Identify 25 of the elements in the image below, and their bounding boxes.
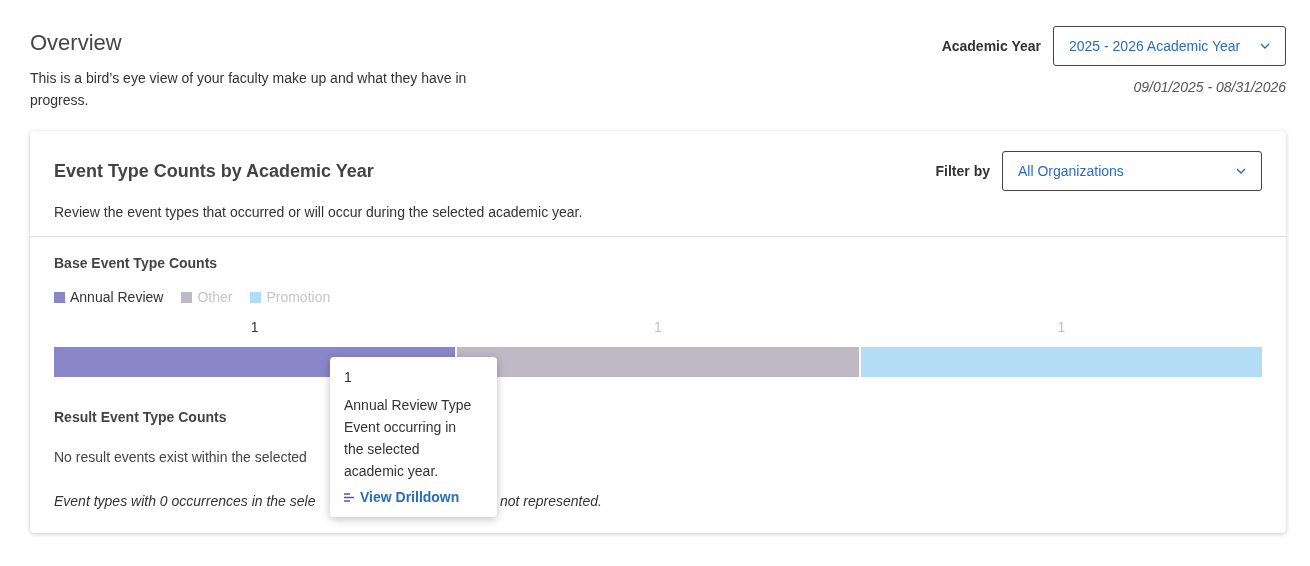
card-description: Review the event types that occurred or will occur during the selected academic year. bbox=[54, 204, 584, 220]
section-title: Base Event Type Counts bbox=[54, 255, 219, 271]
page-description: This is a bird’s eye view of your faculty make up and what they have in progress. bbox=[30, 69, 468, 110]
legend-item[interactable]: Annual Review bbox=[54, 289, 164, 305]
note-text: not represented. bbox=[500, 493, 602, 509]
field-label: Filter by bbox=[935, 163, 990, 179]
filter-dropdown[interactable]: All Organizations bbox=[1002, 151, 1262, 191]
date-range: 09/01/2025 - 08/31/2026 bbox=[1133, 79, 1286, 95]
academic-year-dropdown[interactable]: 2025 - 2026 Academic Year bbox=[1053, 26, 1286, 66]
bar-segment[interactable] bbox=[457, 347, 859, 377]
bar-count: 1 bbox=[654, 319, 662, 335]
tooltip-text: Annual Review Type Event occurring in the selected academic year. bbox=[344, 396, 473, 481]
bar-count: 1 bbox=[250, 319, 259, 335]
card-title: Event Type Counts by Academic Year bbox=[54, 160, 374, 182]
note-text: Event types with 0 occurrences in the sele bbox=[54, 493, 316, 509]
section-title: Result Event Type Counts bbox=[54, 409, 228, 425]
tooltip-value: 1 bbox=[344, 369, 353, 385]
field-label: Academic Year bbox=[941, 38, 1041, 54]
page-title: Overview bbox=[30, 30, 123, 56]
empty-message: No result events exist within the selected bbox=[54, 449, 307, 465]
view-drilldown-link[interactable]: View Drilldown bbox=[344, 489, 483, 505]
caret-icon bbox=[1236, 168, 1246, 174]
caret-icon bbox=[1260, 43, 1270, 49]
bar-count: 1 bbox=[1057, 319, 1066, 335]
list-icon bbox=[344, 492, 355, 502]
